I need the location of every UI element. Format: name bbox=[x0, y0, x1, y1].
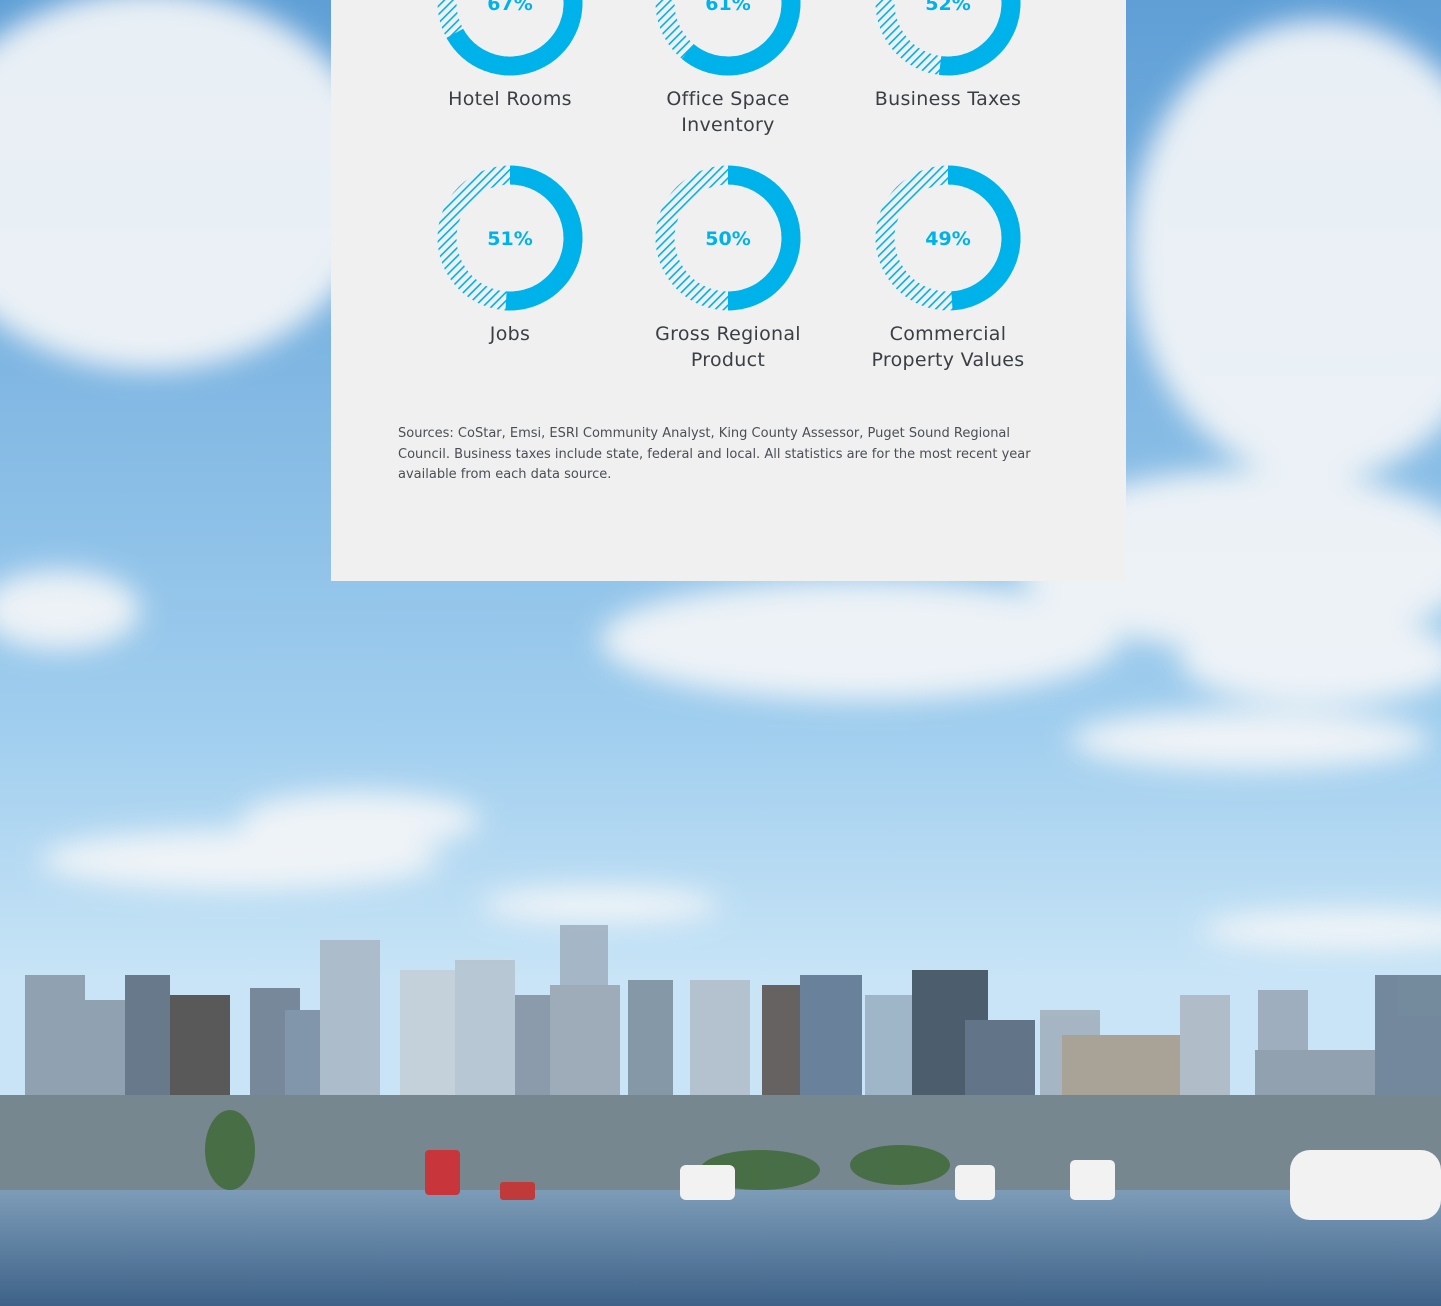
stat-label: Office Space Inventory bbox=[666, 88, 790, 136]
statistics-panel: 67% Hotel Rooms 61% Office Space Inventory 5… bbox=[331, 0, 1126, 581]
donut-gross-regional-product: 50% bbox=[655, 165, 801, 311]
stat-label: Jobs bbox=[489, 323, 531, 345]
donut-commercial-property-values: 49% bbox=[875, 165, 1021, 311]
stat-business-taxes: 52% Business Taxes bbox=[848, 0, 1048, 112]
stat-label: Business Taxes bbox=[874, 88, 1022, 110]
stat-gross-regional-product: 50% Gross Regional Product bbox=[628, 165, 828, 373]
stat-hotel-rooms: 67% Hotel Rooms bbox=[410, 0, 610, 112]
donut-percent-label: 67% bbox=[487, 0, 532, 15]
sources-note: Sources: CoStar, Emsi, ESRI Community An… bbox=[398, 426, 1031, 482]
donut-percent-label: 49% bbox=[925, 228, 970, 250]
donut-percent-label: 50% bbox=[705, 228, 750, 250]
stat-office-space-inventory: 61% Office Space Inventory bbox=[628, 0, 828, 138]
stat-label: Gross Regional Product bbox=[655, 323, 801, 371]
donut-percent-label: 51% bbox=[487, 228, 532, 250]
stat-commercial-property-values: 49% Commercial Property Values bbox=[848, 165, 1048, 373]
stat-label: Hotel Rooms bbox=[448, 88, 572, 110]
donut-hotel-rooms: 67% bbox=[437, 0, 583, 76]
donut-percent-label: 61% bbox=[705, 0, 750, 15]
donut-percent-label: 52% bbox=[925, 0, 970, 15]
stat-label: Commercial Property Values bbox=[871, 323, 1025, 371]
stat-jobs: 51% Jobs bbox=[410, 165, 610, 347]
donut-office-space-inventory: 61% bbox=[655, 0, 801, 76]
donut-jobs: 51% bbox=[437, 165, 583, 311]
donut-business-taxes: 52% bbox=[875, 0, 1021, 76]
